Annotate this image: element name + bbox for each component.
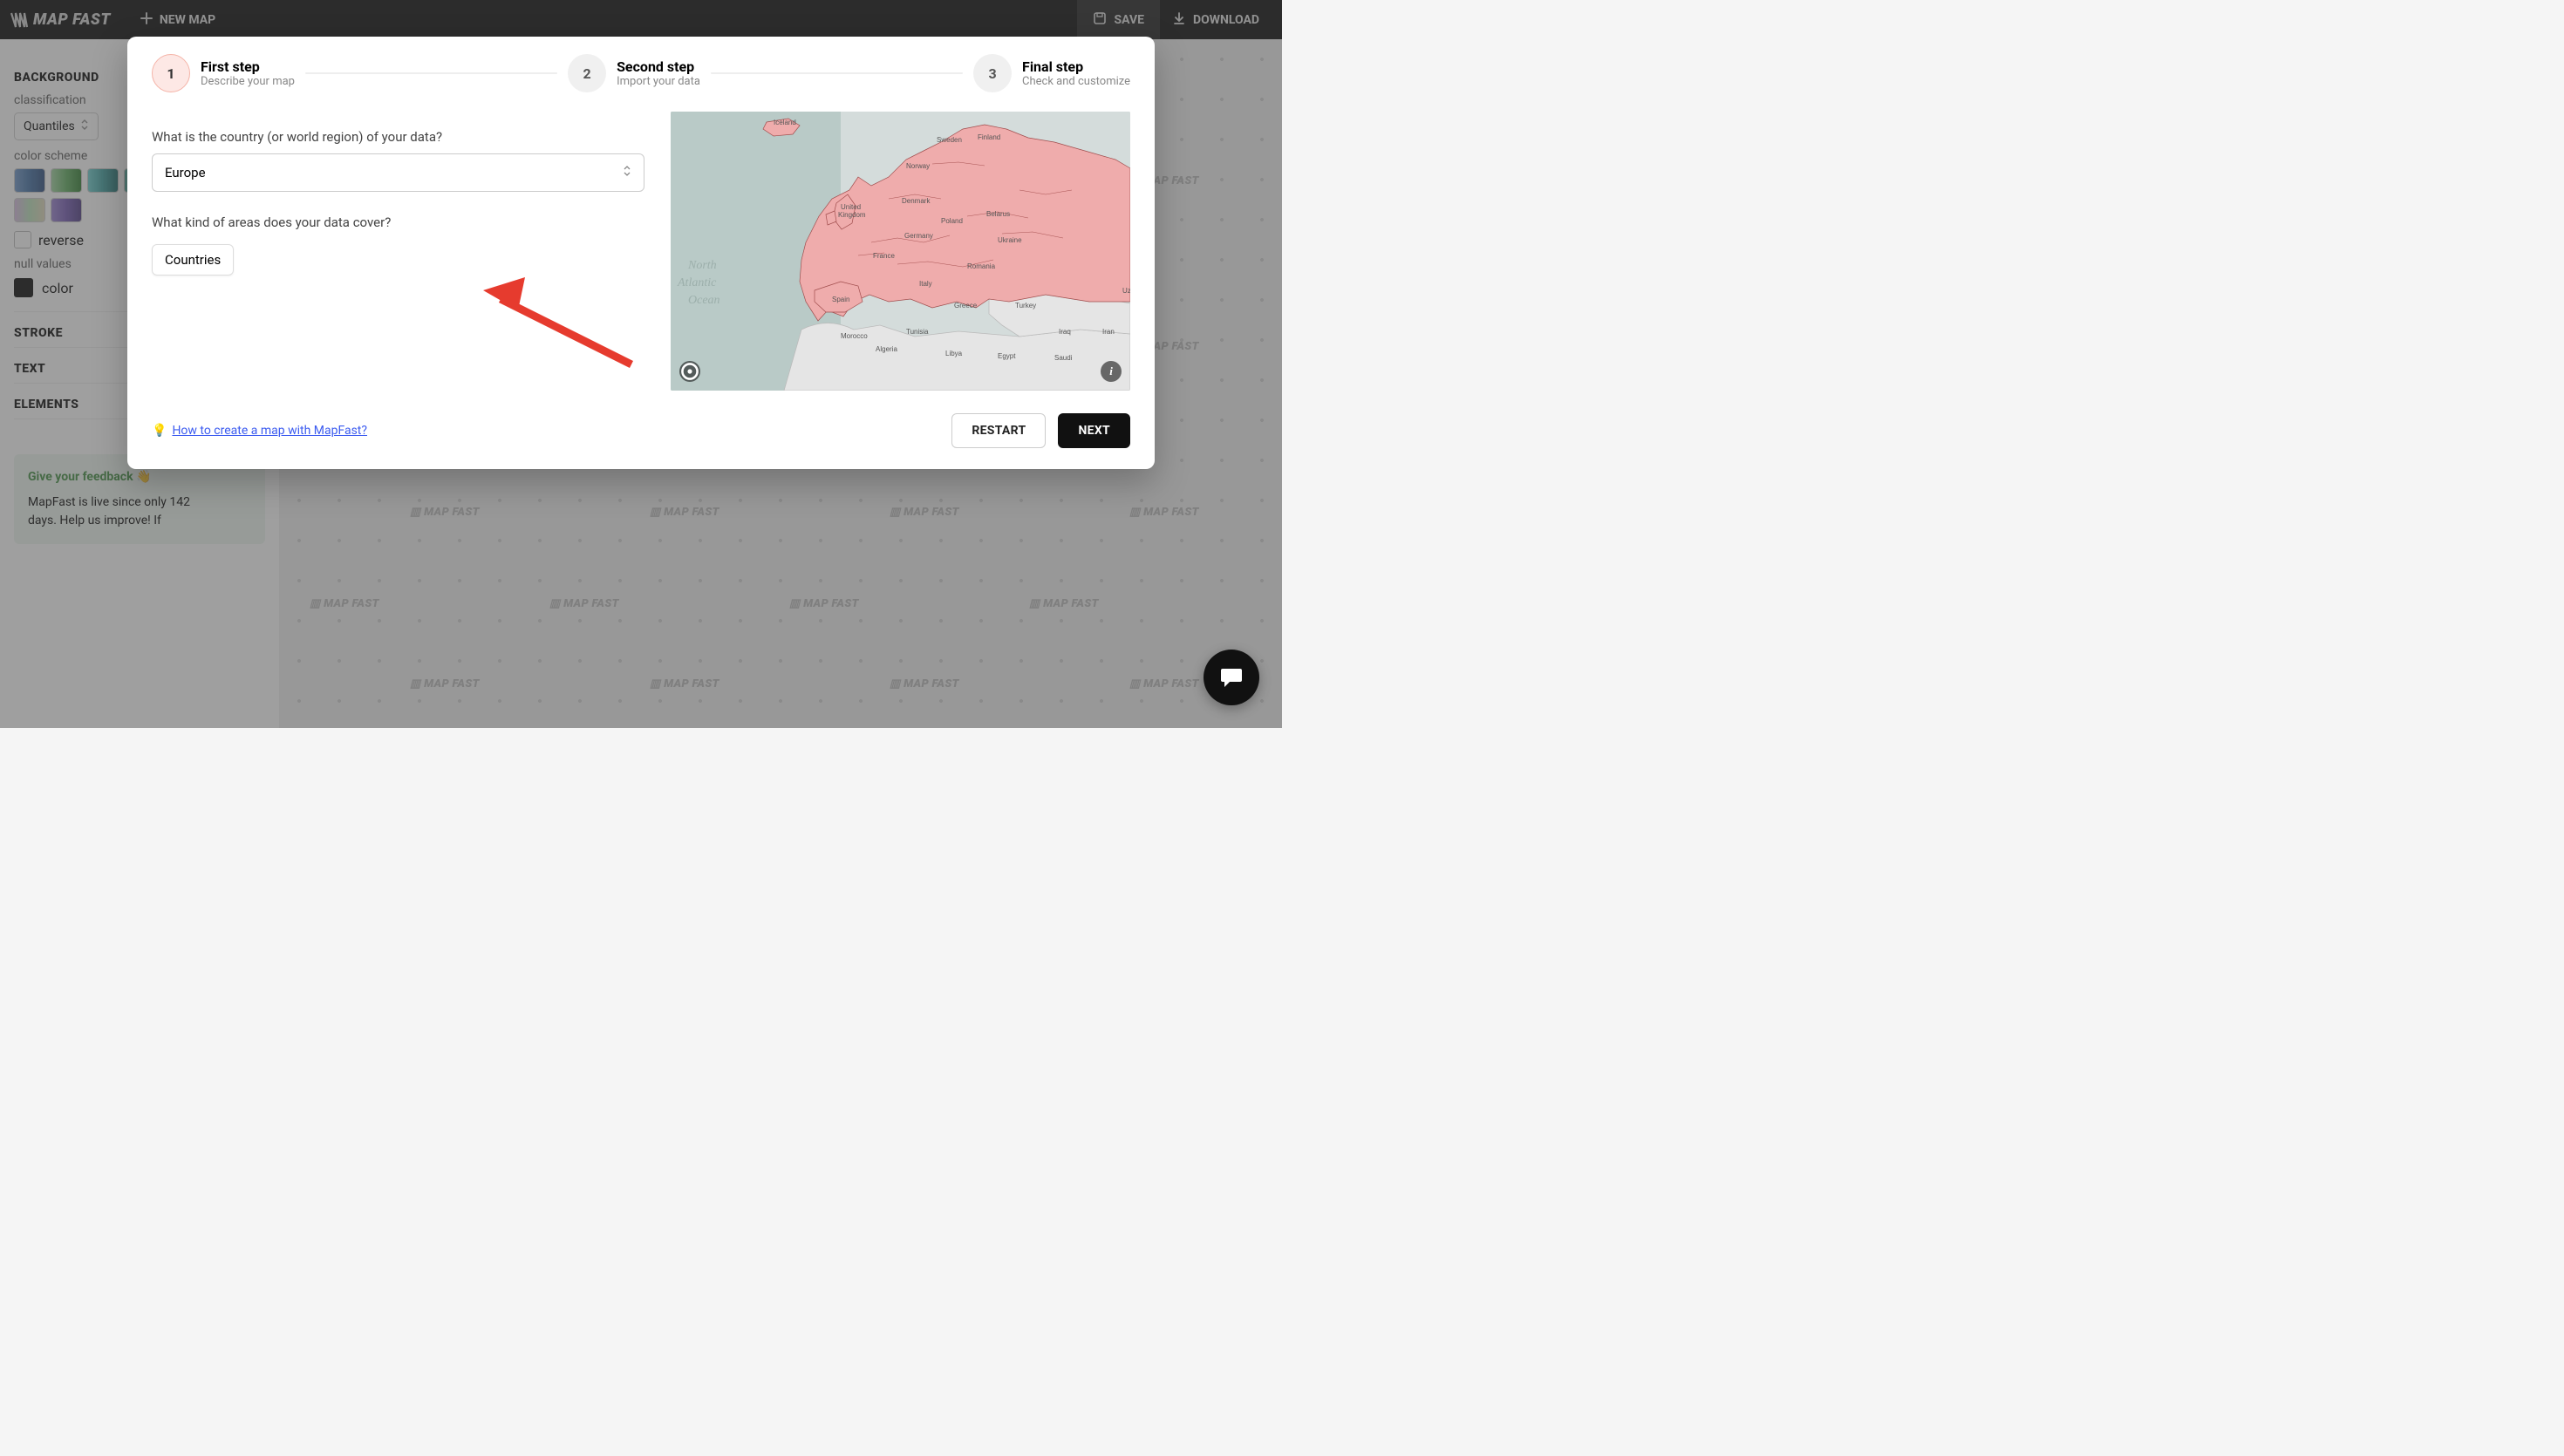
question-area: What kind of areas does your data cover? <box>152 214 644 230</box>
chat-icon <box>1219 666 1244 689</box>
map-info-icon[interactable]: i <box>1101 361 1122 382</box>
question-region: What is the country (or world region) of… <box>152 129 644 145</box>
svg-text:Egypt: Egypt <box>998 352 1016 360</box>
region-select[interactable]: Europe <box>152 153 644 192</box>
lightbulb-icon: 💡 <box>152 424 167 438</box>
restart-button[interactable]: RESTART <box>951 413 1046 448</box>
step3-title: Final step <box>1022 58 1130 75</box>
arrow-annotation-icon <box>483 277 640 373</box>
svg-text:Atlantic: Atlantic <box>677 276 717 289</box>
svg-text:Morocco: Morocco <box>841 332 868 340</box>
step3-sub: Check and customize <box>1022 75 1130 88</box>
map-preview: North Atlantic Ocean Iceland United King… <box>671 112 1130 391</box>
svg-text:North: North <box>687 259 717 272</box>
next-button[interactable]: NEXT <box>1058 413 1130 448</box>
svg-text:Spain: Spain <box>832 296 849 303</box>
svg-text:Turkey: Turkey <box>1015 302 1036 310</box>
chevron-updown-icon <box>623 164 631 181</box>
region-value: Europe <box>165 165 206 180</box>
step2-title: Second step <box>617 58 700 75</box>
area-type-button[interactable]: Countries <box>152 244 234 276</box>
svg-text:Algeria: Algeria <box>876 345 897 353</box>
chat-fab[interactable] <box>1204 650 1259 705</box>
step1-sub: Describe your map <box>201 75 295 88</box>
svg-text:Ukraine: Ukraine <box>998 236 1022 244</box>
svg-text:United: United <box>841 203 861 211</box>
step-2[interactable]: 2 Second step Import your data <box>568 54 700 92</box>
svg-text:France: France <box>873 252 895 260</box>
svg-text:Iran: Iran <box>1102 328 1115 336</box>
svg-text:Kingdom: Kingdom <box>838 211 866 219</box>
step2-sub: Import your data <box>617 75 700 88</box>
svg-text:Germany: Germany <box>904 232 933 240</box>
svg-text:Tunisia: Tunisia <box>906 328 929 336</box>
step-1[interactable]: 1 First step Describe your map <box>152 54 295 92</box>
help-link[interactable]: 💡 How to create a map with MapFast? <box>152 424 367 438</box>
svg-text:Greece: Greece <box>954 302 978 310</box>
svg-text:Ocean: Ocean <box>688 294 720 307</box>
svg-text:Norway: Norway <box>906 162 930 170</box>
svg-text:Italy: Italy <box>919 280 932 288</box>
svg-text:Sweden: Sweden <box>937 136 962 144</box>
svg-text:Iraq: Iraq <box>1059 328 1071 336</box>
svg-text:Poland: Poland <box>941 217 963 225</box>
svg-text:Saudi: Saudi <box>1054 354 1073 362</box>
modal-overlay: 1 First step Describe your map 2 Second … <box>0 0 1282 728</box>
svg-text:Uz: Uz <box>1122 287 1130 295</box>
svg-text:Libya: Libya <box>945 350 963 357</box>
svg-text:Romania: Romania <box>967 262 996 270</box>
svg-text:Belarus: Belarus <box>986 210 1010 218</box>
svg-text:Iceland: Iceland <box>774 119 796 126</box>
step-indicator: 1 First step Describe your map 2 Second … <box>152 54 1130 92</box>
svg-text:Finland: Finland <box>978 133 1000 141</box>
svg-text:Denmark: Denmark <box>902 197 931 205</box>
map-target-icon[interactable] <box>679 361 700 382</box>
step1-title: First step <box>201 58 295 75</box>
wizard-modal: 1 First step Describe your map 2 Second … <box>127 37 1155 469</box>
step-3[interactable]: 3 Final step Check and customize <box>973 54 1130 92</box>
